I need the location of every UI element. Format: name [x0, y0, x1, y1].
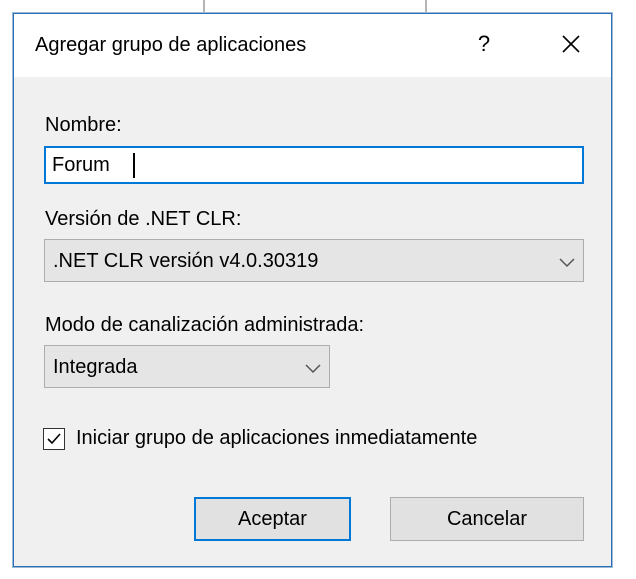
clr-version-label: Versión de .NET CLR:: [45, 208, 242, 230]
backdrop-divider: [203, 0, 205, 14]
add-app-pool-dialog: Agregar grupo de aplicaciones ? Nombre: …: [13, 13, 612, 567]
start-immediately-label: Iniciar grupo de aplicaciones inmediatam…: [76, 427, 478, 449]
clr-version-select[interactable]: .NET CLR versión v4.0.30319: [44, 239, 584, 282]
start-immediately-checkbox[interactable]: [43, 428, 65, 450]
name-input[interactable]: [44, 146, 584, 184]
pipeline-mode-select[interactable]: Integrada: [44, 345, 330, 388]
chevron-down-icon: [305, 364, 321, 374]
backdrop-divider: [425, 0, 427, 14]
pipeline-mode-value: Integrada: [53, 356, 138, 378]
close-button[interactable]: [549, 22, 593, 66]
checkmark-icon: [47, 433, 61, 445]
pipeline-mode-label: Modo de canalización administrada:: [45, 314, 365, 336]
ok-button[interactable]: Aceptar: [194, 497, 351, 541]
cancel-button[interactable]: Cancelar: [390, 497, 584, 541]
help-button[interactable]: ?: [464, 22, 504, 66]
name-label: Nombre:: [45, 114, 122, 136]
text-caret: [133, 153, 135, 178]
chevron-down-icon: [559, 258, 575, 268]
dialog-titlebar: Agregar grupo de aplicaciones ?: [14, 14, 611, 77]
clr-version-value: .NET CLR versión v4.0.30319: [53, 250, 319, 272]
close-icon: [562, 35, 580, 53]
dialog-title: Agregar grupo de aplicaciones: [35, 34, 307, 56]
